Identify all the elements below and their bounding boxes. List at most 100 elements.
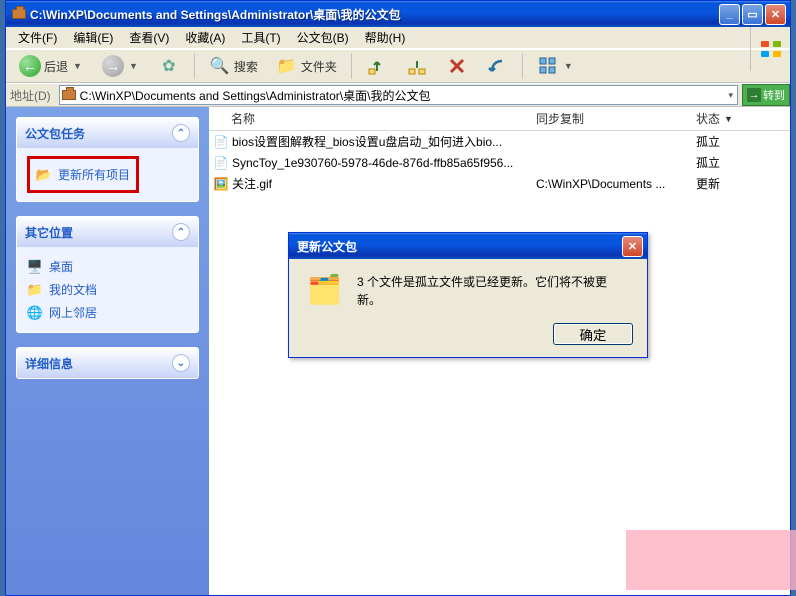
copyto-button[interactable]: [399, 52, 435, 80]
undo-icon: [486, 55, 508, 77]
desktop-icon: 🖥️: [27, 259, 43, 275]
addressbar: 地址(D) C:\WinXP\Documents and Settings\Ad…: [6, 83, 790, 107]
file-row[interactable]: 📄 bios设置图解教程_bios设置u盘启动_如何进入bio... 孤立: [209, 131, 790, 152]
col-sync[interactable]: 同步复制: [536, 110, 696, 127]
file-icon: 🖼️: [213, 177, 229, 191]
highlight-box: 📂 更新所有项目: [27, 156, 139, 193]
moveto-icon: [366, 55, 388, 77]
windows-flag-icon: [750, 27, 790, 71]
search-icon: [209, 55, 231, 77]
separator: [351, 53, 352, 79]
window-title: C:\WinXP\Documents and Settings\Administ…: [30, 6, 715, 23]
file-rows[interactable]: 📄 bios设置图解教程_bios设置u盘启动_如何进入bio... 孤立 📄 …: [209, 131, 790, 595]
separator: [194, 53, 195, 79]
panel-details-title: 详细信息: [25, 355, 73, 372]
menu-view[interactable]: 查看(V): [121, 27, 177, 48]
go-icon: →: [747, 88, 761, 102]
file-status: 孤立: [696, 154, 786, 171]
menu-favorites[interactable]: 收藏(A): [177, 27, 233, 48]
file-icon: 📄: [213, 156, 229, 170]
panel-places-header[interactable]: 其它位置 ⌃: [17, 217, 198, 247]
undo-button[interactable]: [479, 52, 515, 80]
panel-places-title: 其它位置: [25, 224, 73, 241]
moveto-button[interactable]: [359, 52, 395, 80]
file-status: 孤立: [696, 133, 786, 150]
ok-button[interactable]: 确定: [553, 323, 633, 345]
collapse-icon[interactable]: ⌃: [172, 223, 190, 241]
dialog-title: 更新公文包: [297, 238, 357, 255]
col-name[interactable]: 名称: [213, 110, 536, 127]
maximize-button[interactable]: ▭: [742, 4, 763, 25]
panel-tasks: 公文包任务 ⌃ 📂 更新所有项目: [16, 117, 199, 202]
panel-details: 详细信息 ⌄: [16, 347, 199, 379]
dialog-icon: 🗂️: [307, 273, 343, 309]
go-button[interactable]: → 转到: [742, 84, 790, 106]
expand-icon[interactable]: ⌄: [172, 354, 190, 372]
up-button[interactable]: [151, 52, 187, 80]
close-button[interactable]: ✕: [765, 4, 786, 25]
titlebar[interactable]: C:\WinXP\Documents and Settings\Administ…: [6, 1, 790, 27]
panel-tasks-header[interactable]: 公文包任务 ⌃: [17, 118, 198, 148]
menu-help[interactable]: 帮助(H): [357, 27, 414, 48]
briefcase-icon: [62, 90, 76, 100]
folder-icon: [276, 55, 298, 77]
back-label: 后退: [44, 58, 68, 75]
file-row[interactable]: 📄 SyncToy_1e930760-5978-46de-876d-ffb85a…: [209, 152, 790, 173]
file-row[interactable]: 🖼️ 关注.gif C:\WinXP\Documents ... 更新: [209, 173, 790, 194]
forward-button[interactable]: → ▼: [95, 52, 147, 80]
menu-file[interactable]: 文件(F): [10, 27, 65, 48]
column-headers[interactable]: 名称 同步复制 状态 ▼: [209, 107, 790, 131]
place-network[interactable]: 🌐 网上邻居: [27, 301, 188, 324]
delete-button[interactable]: [439, 52, 475, 80]
briefcase-update-icon: 📂: [36, 167, 52, 183]
delete-icon: [446, 55, 468, 77]
back-button[interactable]: ← 后退 ▼: [12, 52, 91, 80]
briefcase-icon: [12, 9, 26, 19]
go-label: 转到: [763, 87, 785, 103]
mydocs-icon: 📁: [27, 282, 43, 298]
address-input[interactable]: C:\WinXP\Documents and Settings\Administ…: [59, 85, 738, 105]
views-icon: [537, 55, 559, 77]
task-update-all[interactable]: 📂 更新所有项目: [36, 163, 130, 186]
menu-edit[interactable]: 编辑(E): [65, 27, 121, 48]
dialog-close-button[interactable]: ✕: [622, 236, 643, 257]
place-label: 我的文档: [49, 281, 97, 298]
dialog-titlebar[interactable]: 更新公文包 ✕: [289, 233, 647, 259]
place-label: 网上邻居: [49, 304, 97, 321]
col-status[interactable]: 状态 ▼: [696, 110, 786, 127]
file-name: SyncToy_1e930760-5978-46de-876d-ffb85a65…: [229, 156, 536, 170]
chevron-down-icon: ▼: [71, 61, 84, 71]
file-status: 更新: [696, 175, 786, 192]
file-sync: C:\WinXP\Documents ...: [536, 177, 696, 191]
place-label: 桌面: [49, 258, 73, 275]
place-desktop[interactable]: 🖥️ 桌面: [27, 255, 188, 278]
folders-button[interactable]: 文件夹: [269, 52, 344, 80]
panel-tasks-title: 公文包任务: [25, 125, 85, 142]
watermark: [626, 530, 796, 590]
file-name: bios设置图解教程_bios设置u盘启动_如何进入bio...: [229, 133, 536, 150]
panel-details-header[interactable]: 详细信息 ⌄: [17, 348, 198, 378]
chevron-down-icon: ▼: [562, 61, 575, 71]
menu-tools[interactable]: 工具(T): [233, 27, 288, 48]
back-icon: ←: [19, 55, 41, 77]
separator: [522, 53, 523, 79]
chevron-down-icon[interactable]: ▾: [726, 90, 735, 101]
minimize-button[interactable]: _: [719, 4, 740, 25]
menubar: 文件(F) 编辑(E) 查看(V) 收藏(A) 工具(T) 公文包(B) 帮助(…: [6, 27, 790, 49]
folders-label: 文件夹: [301, 58, 337, 75]
place-mydocs[interactable]: 📁 我的文档: [27, 278, 188, 301]
dialog-message: 3 个文件是孤立文件或已经更新。它们将不被更新。: [357, 273, 629, 309]
sidebar: 公文包任务 ⌃ 📂 更新所有项目 其它位置 ⌃: [6, 107, 209, 595]
network-icon: 🌐: [27, 305, 43, 321]
views-button[interactable]: ▼: [530, 52, 582, 80]
task-update-all-label: 更新所有项目: [58, 166, 130, 183]
search-button[interactable]: 搜索: [202, 52, 265, 80]
address-path: C:\WinXP\Documents and Settings\Administ…: [80, 87, 723, 104]
chevron-down-icon: ▼: [127, 61, 140, 71]
file-icon: 📄: [213, 135, 229, 149]
address-label: 地址(D): [10, 87, 55, 104]
forward-icon: →: [102, 55, 124, 77]
collapse-icon[interactable]: ⌃: [172, 124, 190, 142]
menu-briefcase[interactable]: 公文包(B): [289, 27, 357, 48]
up-icon: [158, 55, 180, 77]
